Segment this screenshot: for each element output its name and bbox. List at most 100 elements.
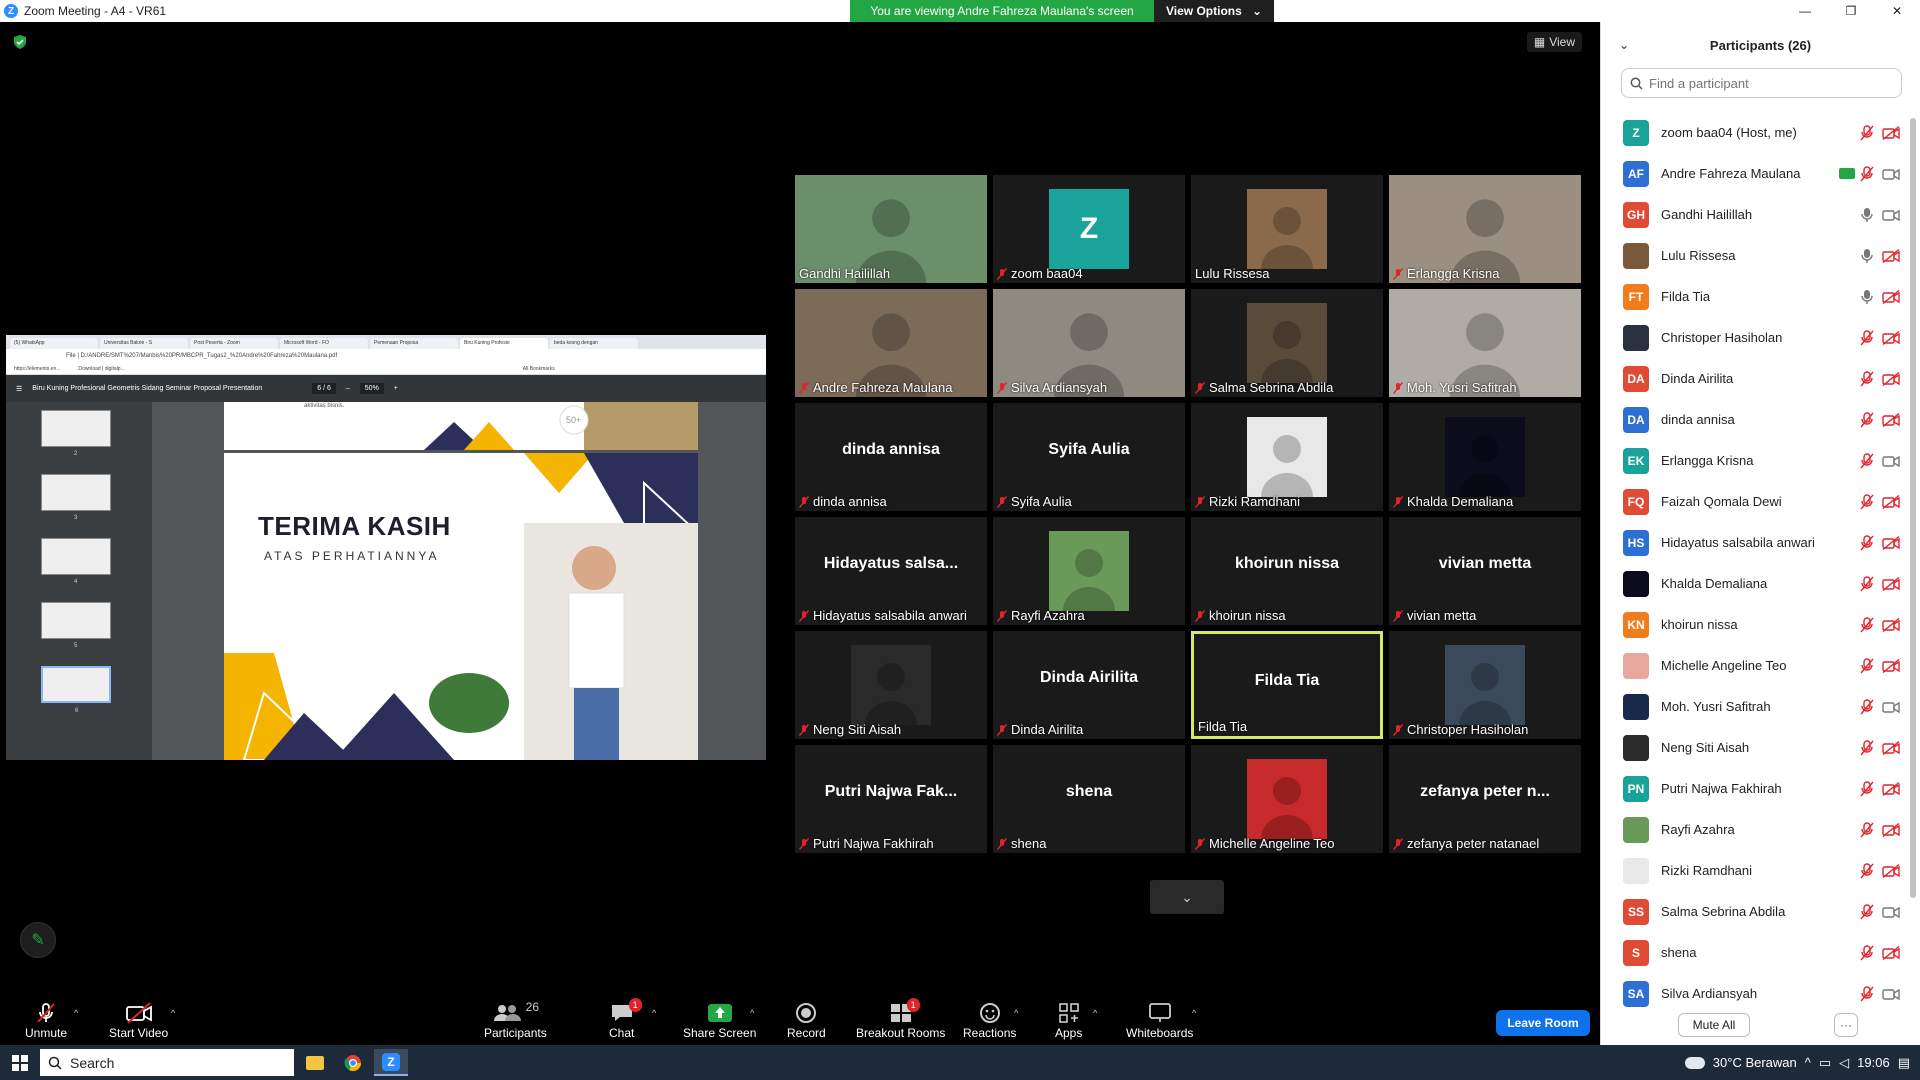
- mic-muted-icon[interactable]: [1860, 903, 1874, 920]
- participant-row[interactable]: Rizki Ramdhani: [1601, 850, 1906, 891]
- participant-row[interactable]: DA Dinda Airilita: [1601, 358, 1906, 399]
- minimize-button[interactable]: —: [1782, 0, 1828, 22]
- video-off-icon[interactable]: [1882, 535, 1900, 550]
- reactions-options-caret[interactable]: ^: [1014, 1008, 1018, 1018]
- video-tile[interactable]: zefanya peter n... zefanya peter natanael: [1389, 745, 1581, 853]
- annotate-pencil-button[interactable]: ✎: [20, 922, 56, 958]
- video-tile[interactable]: Dinda Airilita Dinda Airilita: [993, 631, 1185, 739]
- weather-text[interactable]: 30°C Berawan: [1713, 1055, 1797, 1070]
- participant-row[interactable]: Neng Siti Aisah: [1601, 727, 1906, 768]
- video-off-icon[interactable]: [1882, 658, 1900, 673]
- mute-all-button[interactable]: Mute All: [1678, 1013, 1750, 1037]
- mic-muted-icon[interactable]: [1860, 124, 1874, 141]
- video-tile[interactable]: Silva Ardiansyah: [993, 289, 1185, 397]
- taskbar-search[interactable]: Search: [40, 1049, 294, 1076]
- grid-next-page-button[interactable]: ⌄: [1150, 880, 1224, 914]
- more-options-button[interactable]: ···: [1834, 1013, 1858, 1037]
- participant-row[interactable]: Lulu Rissesa: [1601, 235, 1906, 276]
- security-shield-icon[interactable]: [12, 34, 28, 50]
- apps-button[interactable]: Apps: [1055, 1000, 1082, 1040]
- mic-muted-icon[interactable]: [1860, 780, 1874, 797]
- participants-button[interactable]: 26 Participants: [484, 1000, 547, 1040]
- taskbar-zoom[interactable]: Z: [374, 1049, 408, 1076]
- participant-search-input[interactable]: [1649, 75, 1889, 91]
- participant-row[interactable]: Sshena: [1601, 932, 1906, 973]
- mic-muted-icon[interactable]: [1860, 575, 1874, 592]
- whiteboards-options-caret[interactable]: ^: [1192, 1008, 1196, 1018]
- mic-muted-icon[interactable]: [1860, 165, 1874, 182]
- participant-row[interactable]: GH Gandhi Hailillah: [1601, 194, 1906, 235]
- share-screen-button[interactable]: Share Screen: [683, 1000, 756, 1040]
- start-button[interactable]: [0, 1045, 40, 1080]
- unmute-options-caret[interactable]: ^: [74, 1008, 78, 1018]
- collapse-panel-chevron-icon[interactable]: ⌄: [1619, 38, 1629, 52]
- mic-muted-icon[interactable]: [1860, 862, 1874, 879]
- video-off-icon[interactable]: [1882, 248, 1900, 263]
- video-tile-active-speaker[interactable]: Filda Tia Filda Tia: [1191, 631, 1383, 739]
- mic-muted-icon[interactable]: [1860, 493, 1874, 510]
- video-tile[interactable]: Andre Fahreza Maulana: [795, 289, 987, 397]
- view-options-button[interactable]: View Options ⌄: [1154, 0, 1274, 22]
- view-button[interactable]: ▦ View: [1526, 32, 1582, 52]
- video-tile[interactable]: Michelle Angeline Teo: [1191, 745, 1383, 853]
- video-icon[interactable]: [1882, 208, 1900, 222]
- video-off-icon[interactable]: [1882, 822, 1900, 837]
- participant-row[interactable]: Rayfi Azahra: [1601, 809, 1906, 850]
- maximize-button[interactable]: ❐: [1828, 0, 1874, 22]
- mic-muted-icon[interactable]: [1860, 985, 1874, 1002]
- mic-muted-icon[interactable]: [1860, 944, 1874, 961]
- participant-row[interactable]: KN khoirun nissa: [1601, 604, 1906, 645]
- video-tile[interactable]: Erlangga Krisna: [1389, 175, 1581, 283]
- participant-row[interactable]: AF Andre Fahreza Maulana: [1601, 153, 1906, 194]
- leave-room-button[interactable]: Leave Room: [1496, 1010, 1590, 1036]
- video-off-icon[interactable]: [1882, 617, 1900, 632]
- video-icon[interactable]: [1882, 987, 1900, 1001]
- mic-muted-icon[interactable]: [1860, 452, 1874, 469]
- video-tile[interactable]: Khalda Demaliana: [1389, 403, 1581, 511]
- tray-expand-icon[interactable]: ^: [1805, 1055, 1811, 1070]
- video-tile[interactable]: khoirun nissa khoirun nissa: [1191, 517, 1383, 625]
- video-tile[interactable]: Moh. Yusri Safitrah: [1389, 289, 1581, 397]
- mic-muted-icon[interactable]: [1860, 370, 1874, 387]
- participant-row[interactable]: HS Hidayatus salsabila anwari: [1601, 522, 1906, 563]
- video-tile[interactable]: Neng Siti Aisah: [795, 631, 987, 739]
- video-off-icon[interactable]: [1882, 125, 1900, 140]
- video-off-icon[interactable]: [1882, 781, 1900, 796]
- record-button[interactable]: Record: [787, 1000, 826, 1040]
- mic-muted-icon[interactable]: [1860, 739, 1874, 756]
- video-off-icon[interactable]: [1882, 494, 1900, 509]
- video-off-icon[interactable]: [1882, 412, 1900, 427]
- video-off-icon[interactable]: [1882, 740, 1900, 755]
- chat-options-caret[interactable]: ^: [652, 1008, 656, 1018]
- mic-muted-icon[interactable]: [1860, 657, 1874, 674]
- participant-row[interactable]: Michelle Angeline Teo: [1601, 645, 1906, 686]
- mic-muted-icon[interactable]: [1860, 821, 1874, 838]
- start-video-button[interactable]: Start Video: [109, 1000, 168, 1040]
- participant-row[interactable]: EK Erlangga Krisna: [1601, 440, 1906, 481]
- video-tile[interactable]: Rayfi Azahra: [993, 517, 1185, 625]
- participant-row[interactable]: FT Filda Tia: [1601, 276, 1906, 317]
- video-tile[interactable]: dinda annisa dinda annisa: [795, 403, 987, 511]
- video-options-caret[interactable]: ^: [171, 1008, 175, 1018]
- video-off-icon[interactable]: [1882, 371, 1900, 386]
- reactions-button[interactable]: Reactions: [963, 1000, 1016, 1040]
- network-icon[interactable]: ▭: [1819, 1055, 1831, 1071]
- video-icon[interactable]: [1882, 454, 1900, 468]
- panel-scrollbar[interactable]: [1910, 118, 1916, 898]
- video-tile[interactable]: Putri Najwa Fak... Putri Najwa Fakhirah: [795, 745, 987, 853]
- mic-muted-icon[interactable]: [1860, 534, 1874, 551]
- video-icon[interactable]: [1882, 700, 1900, 714]
- video-tile[interactable]: Christoper Hasiholan: [1389, 631, 1581, 739]
- mic-muted-icon[interactable]: [1860, 329, 1874, 346]
- video-tile[interactable]: vivian metta vivian metta: [1389, 517, 1581, 625]
- participant-row[interactable]: Moh. Yusri Safitrah: [1601, 686, 1906, 727]
- clock[interactable]: 19:06: [1857, 1055, 1890, 1070]
- participant-row[interactable]: FQ Faizah Qomala Dewi: [1601, 481, 1906, 522]
- video-tile[interactable]: Rizki Ramdhani: [1191, 403, 1383, 511]
- video-icon[interactable]: [1882, 905, 1900, 919]
- video-tile[interactable]: shena shena: [993, 745, 1185, 853]
- participant-row[interactable]: PN Putri Najwa Fakhirah: [1601, 768, 1906, 809]
- participant-row[interactable]: Khalda Demaliana: [1601, 563, 1906, 604]
- video-off-icon[interactable]: [1882, 945, 1900, 960]
- participant-row[interactable]: SS Salma Sebrina Abdila: [1601, 891, 1906, 932]
